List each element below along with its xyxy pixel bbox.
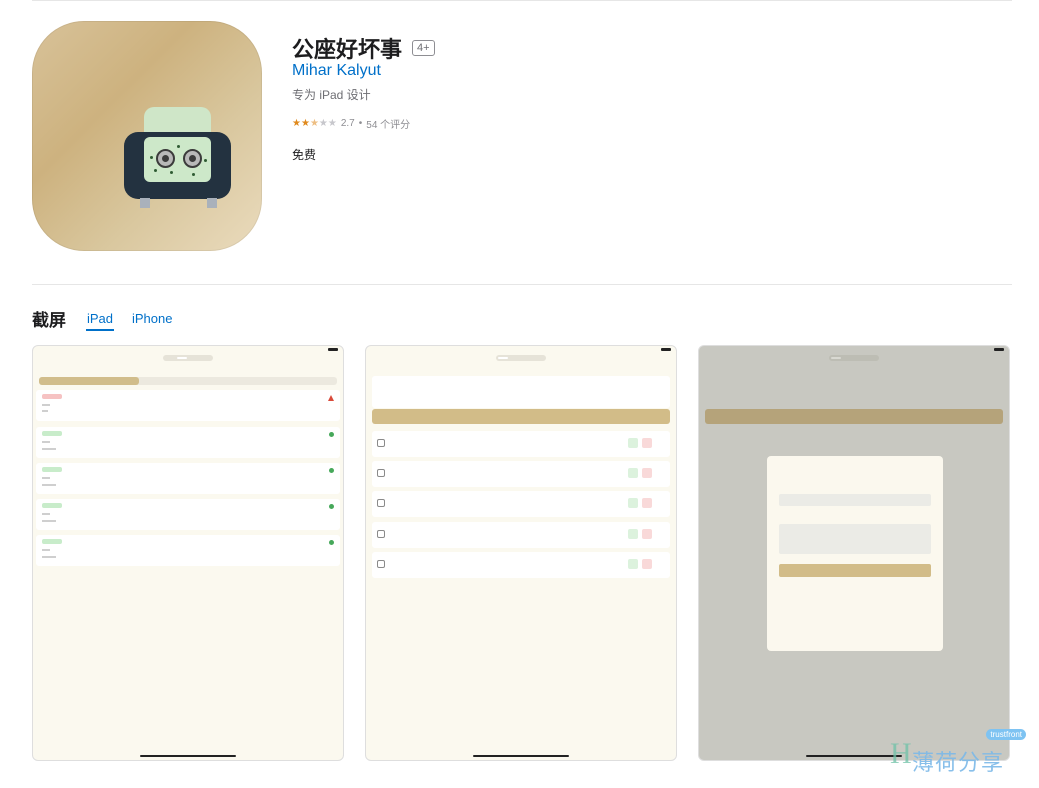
rating-value: 2.7 bbox=[340, 118, 355, 129]
heart-icon bbox=[329, 540, 334, 545]
home-indicator bbox=[473, 755, 569, 757]
list-item bbox=[372, 522, 670, 548]
speck-icon bbox=[204, 159, 207, 162]
status-bar bbox=[38, 348, 338, 353]
screenshots-title: 截屏 bbox=[32, 311, 66, 330]
speck-icon bbox=[192, 173, 195, 176]
seat-icon bbox=[377, 530, 385, 538]
rating-row: ★★★★★ 2.7 • 54 个评分 bbox=[292, 116, 410, 131]
top-divider bbox=[32, 0, 1012, 1]
heart-icon bbox=[329, 504, 334, 509]
seat-icon bbox=[377, 499, 385, 507]
app-icon bbox=[32, 21, 262, 251]
list-item bbox=[36, 427, 340, 458]
segmented-control bbox=[829, 355, 879, 361]
watermark-logo-icon: H bbox=[890, 737, 912, 770]
modal-dialog bbox=[767, 456, 943, 651]
watermark-badge: trustfront bbox=[986, 729, 1026, 740]
seat-icon bbox=[377, 560, 385, 568]
tab-iphone[interactable]: iPhone bbox=[132, 311, 172, 326]
status-bar bbox=[704, 348, 1004, 353]
watermark-text: 薄荷分享 bbox=[912, 750, 1005, 775]
speck-icon bbox=[150, 156, 153, 159]
screenshot-3[interactable] bbox=[698, 345, 1010, 761]
developer-link[interactable]: Mihar Kalyut bbox=[292, 62, 381, 80]
segmented-control bbox=[163, 355, 213, 361]
home-indicator bbox=[140, 755, 236, 757]
list-item bbox=[36, 463, 340, 494]
list-item bbox=[36, 535, 340, 566]
list-item bbox=[36, 390, 340, 421]
star-rating-icon: ★★★★★ bbox=[292, 118, 337, 129]
segmented-control bbox=[496, 355, 546, 361]
heart-icon bbox=[329, 468, 334, 473]
screenshot-1[interactable] bbox=[32, 345, 344, 761]
list-item bbox=[372, 431, 670, 457]
speck-icon bbox=[170, 171, 173, 174]
screenshot-2[interactable] bbox=[365, 345, 677, 761]
list-item bbox=[372, 461, 670, 487]
rating-separator: • bbox=[358, 118, 363, 129]
filter-bar bbox=[39, 377, 337, 385]
list-item bbox=[36, 499, 340, 530]
rating-count: 54 个评分 bbox=[366, 120, 411, 131]
sofa-leg-icon bbox=[140, 198, 150, 208]
seat-icon bbox=[377, 439, 385, 447]
stats-card bbox=[372, 376, 670, 408]
section-divider bbox=[32, 284, 1012, 285]
gold-button bbox=[705, 409, 1003, 424]
eye-icon bbox=[156, 149, 175, 168]
age-rating-badge: 4+ bbox=[412, 40, 435, 56]
watermark: trustfront H 薄荷分享 bbox=[886, 729, 1026, 777]
list-item bbox=[372, 491, 670, 517]
warning-icon bbox=[328, 395, 334, 401]
seat-icon bbox=[377, 469, 385, 477]
sofa-leg-icon bbox=[207, 198, 217, 208]
app-title: 公座好坏事 bbox=[292, 37, 403, 62]
price-label: 免费 bbox=[292, 148, 317, 162]
heart-icon bbox=[329, 432, 334, 437]
speck-icon bbox=[154, 169, 157, 172]
tab-ipad[interactable]: iPad bbox=[85, 311, 115, 331]
app-title-row: 公座好坏事 4+ bbox=[292, 32, 435, 64]
speck-icon bbox=[177, 145, 180, 148]
status-bar bbox=[371, 348, 671, 353]
list-item bbox=[372, 552, 670, 578]
designed-for-label: 专为 iPad 设计 bbox=[292, 88, 371, 102]
gold-button bbox=[372, 409, 670, 424]
modal-save-button bbox=[779, 564, 931, 577]
description-field bbox=[779, 524, 931, 554]
eye-icon bbox=[183, 149, 202, 168]
name-field bbox=[779, 494, 931, 506]
